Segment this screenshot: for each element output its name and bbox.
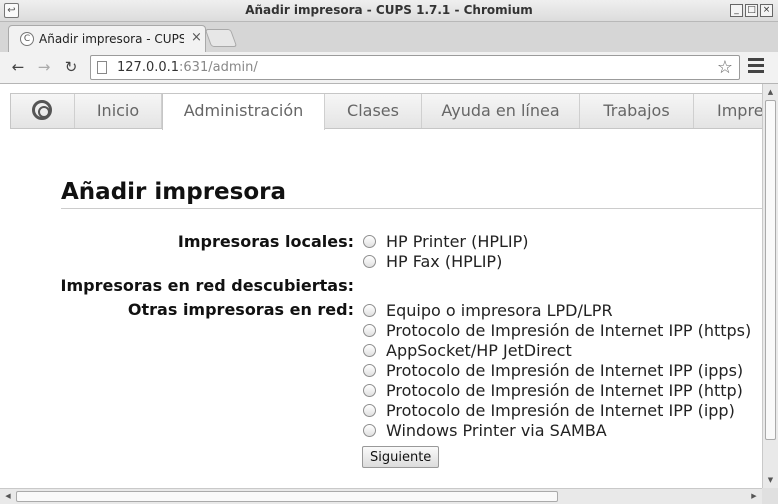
browser-toolbar: ← → ↻ 127.0.0.1:631/admin/ ☆ — [0, 52, 778, 84]
cups-navigation: Inicio Administración Clases Ayuda en lí… — [10, 93, 762, 130]
vertical-scrollbar[interactable]: ▲ ▼ — [762, 84, 778, 488]
url-host: 127.0.0.1 — [117, 60, 180, 75]
radio-button[interactable] — [363, 344, 376, 357]
radio-button[interactable] — [363, 384, 376, 397]
reload-icon[interactable]: ↻ — [61, 57, 81, 77]
radio-button[interactable] — [363, 255, 376, 268]
scroll-left-arrow-icon[interactable]: ◀ — [2, 491, 14, 502]
vertical-scroll-thumb[interactable] — [765, 100, 776, 440]
hamburger-menu-icon[interactable] — [748, 58, 764, 76]
option-label: AppSocket/HP JetDirect — [386, 341, 572, 360]
back-arrow-icon[interactable]: ← — [8, 57, 28, 77]
tab-strip: C Añadir impresora - CUPS × — [0, 22, 778, 52]
option-label: Protocolo de Impresión de Internet IPP (… — [386, 321, 752, 340]
minimize-button[interactable]: _ — [730, 4, 743, 17]
tab-inicio[interactable]: Inicio — [75, 94, 162, 128]
tab-impresoras[interactable]: Impresoras — [694, 94, 762, 128]
other-printers-label: Otras impresoras en red: — [127, 300, 354, 319]
new-tab-button[interactable] — [204, 29, 238, 47]
next-button[interactable]: Siguiente — [362, 446, 440, 468]
cups-logo-icon[interactable] — [11, 94, 75, 128]
option-label: HP Printer (HPLIP) — [386, 232, 529, 251]
radio-button[interactable] — [363, 324, 376, 337]
radio-button[interactable] — [363, 404, 376, 417]
title-divider — [61, 208, 762, 209]
radio-button[interactable] — [363, 364, 376, 377]
browser-tab[interactable]: C Añadir impresora - CUPS × — [8, 25, 206, 52]
scroll-right-arrow-icon[interactable]: ▶ — [748, 491, 760, 502]
option-label: Protocolo de Impresión de Internet IPP (… — [386, 381, 743, 400]
page-title: Añadir impresora — [61, 179, 287, 205]
window-titlebar: ↩ Añadir impresora - CUPS 1.7.1 - Chromi… — [0, 0, 778, 22]
scrollbar-corner — [762, 488, 778, 504]
option-label: Equipo o impresora LPD/LPR — [386, 301, 613, 320]
cups-favicon-icon: C — [20, 32, 34, 46]
tab-ayuda-en-linea[interactable]: Ayuda en línea — [422, 94, 580, 128]
tab-trabajos[interactable]: Trabajos — [580, 94, 694, 128]
radio-button[interactable] — [363, 235, 376, 248]
option-label: Protocolo de Impresión de Internet IPP (… — [386, 361, 744, 380]
scroll-down-arrow-icon[interactable]: ▼ — [765, 474, 776, 486]
option-label: Protocolo de Impresión de Internet IPP (… — [386, 401, 735, 420]
bookmark-star-icon[interactable]: ☆ — [717, 57, 733, 78]
tab-close-icon[interactable]: × — [191, 30, 202, 45]
forward-arrow-icon[interactable]: → — [34, 57, 54, 77]
url-text[interactable]: 127.0.0.1:631/admin/ — [117, 60, 258, 75]
horizontal-scrollbar[interactable]: ◀ ▶ — [0, 488, 762, 504]
horizontal-scroll-thumb[interactable] — [16, 491, 558, 502]
url-path: :631/admin/ — [179, 60, 258, 75]
discovered-printers-label: Impresoras en red descubiertas: — [60, 276, 354, 295]
page-viewport: Inicio Administración Clases Ayuda en lí… — [0, 84, 762, 488]
tab-administracion[interactable]: Administración — [162, 94, 325, 130]
radio-button[interactable] — [363, 304, 376, 317]
tab-title: Añadir impresora - CUPS — [39, 32, 184, 46]
scroll-up-arrow-icon[interactable]: ▲ — [765, 86, 776, 98]
option-label: Windows Printer via SAMBA — [386, 421, 607, 440]
close-window-button[interactable]: × — [760, 4, 773, 17]
window-title: Añadir impresora - CUPS 1.7.1 - Chromium — [245, 3, 533, 17]
maximize-button[interactable]: □ — [745, 4, 758, 17]
option-label: HP Fax (HPLIP) — [386, 252, 503, 271]
address-bar[interactable]: 127.0.0.1:631/admin/ ☆ — [90, 55, 740, 80]
radio-button[interactable] — [363, 424, 376, 437]
tab-clases[interactable]: Clases — [325, 94, 422, 128]
local-printers-label: Impresoras locales: — [177, 232, 354, 251]
page-icon — [97, 61, 107, 74]
